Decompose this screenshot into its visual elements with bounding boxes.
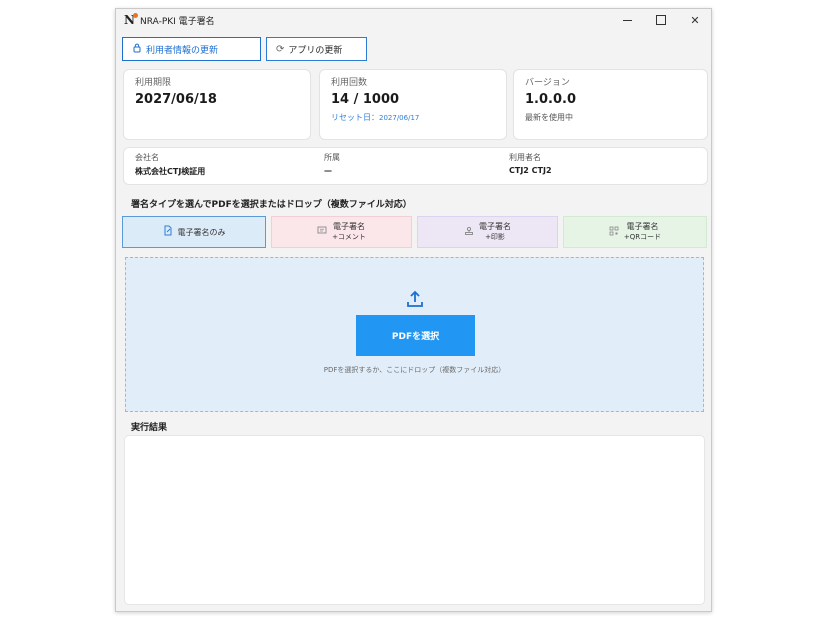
result-log-area[interactable] — [125, 436, 704, 604]
window-title: NRA-PKI 電子署名 — [140, 17, 215, 27]
result-title: 実行結果 — [131, 423, 168, 433]
document-sign-icon — [163, 225, 173, 239]
user-name-field: 利用者名 CTJ2 CTJ2 — [509, 153, 552, 175]
app-window: N NRA-PKI 電子署名 ✕ 利用者情報の更新 ⟳ アプリの更新 利用期限 … — [115, 8, 712, 612]
usage-label: 利用回数 — [331, 78, 368, 88]
expiry-label: 利用期限 — [135, 78, 172, 88]
maximize-icon[interactable] — [644, 9, 678, 31]
type-sign-comment-button[interactable]: 電子署名 +コメント — [271, 216, 412, 248]
close-icon[interactable]: ✕ — [678, 9, 712, 31]
usage-card: 利用回数 14 / 1000 リセット日：2027/06/17 — [320, 70, 506, 139]
upload-icon — [405, 289, 425, 309]
department-field: 所属 — — [324, 153, 340, 175]
drop-hint: PDFを選択するか、ここにドロップ（複数ファイル対応） — [323, 366, 506, 374]
type-sign-qr-button[interactable]: 電子署名 +QRコード — [563, 216, 707, 248]
app-logo-icon: N — [124, 13, 138, 27]
usage-value: 14 / 1000 — [331, 92, 400, 107]
refresh-icon: ⟳ — [276, 43, 285, 55]
stamp-icon — [464, 226, 474, 239]
qr-code-icon — [609, 226, 619, 239]
minimize-icon[interactable] — [610, 9, 644, 31]
version-value: 1.0.0.0 — [525, 92, 576, 107]
update-user-info-button[interactable]: 利用者情報の更新 — [122, 37, 261, 61]
type-sign-seal-button[interactable]: 電子署名 +印影 — [417, 216, 558, 248]
update-user-info-label: 利用者情報の更新 — [146, 45, 219, 56]
update-app-button[interactable]: ⟳ アプリの更新 — [266, 37, 367, 61]
signature-section-title: 署名タイプを選んでPDFを選択またはドロップ（複数ファイル対応） — [131, 200, 412, 210]
select-pdf-button[interactable]: PDFを選択 — [356, 315, 475, 356]
user-icon — [132, 43, 142, 56]
user-info-card: 会社名 株式会社CTJ検証用 所属 — 利用者名 CTJ2 CTJ2 — [124, 148, 707, 184]
update-app-label: アプリの更新 — [288, 45, 343, 56]
expiry-value: 2027/06/18 — [135, 92, 217, 107]
version-status: 最新を使用中 — [525, 113, 573, 122]
version-label: バージョン — [525, 78, 570, 88]
company-field: 会社名 株式会社CTJ検証用 — [135, 153, 206, 176]
reset-date: リセット日：2027/06/17 — [331, 113, 420, 122]
title-bar: N NRA-PKI 電子署名 ✕ — [116, 9, 711, 33]
version-card: バージョン 1.0.0.0 最新を使用中 — [514, 70, 707, 139]
comment-icon — [317, 226, 327, 238]
type-sign-only-button[interactable]: 電子署名のみ — [122, 216, 266, 248]
pdf-drop-zone[interactable]: PDFを選択 PDFを選択するか、ここにドロップ（複数ファイル対応） — [125, 257, 704, 412]
expiry-card: 利用期限 2027/06/18 — [124, 70, 310, 139]
